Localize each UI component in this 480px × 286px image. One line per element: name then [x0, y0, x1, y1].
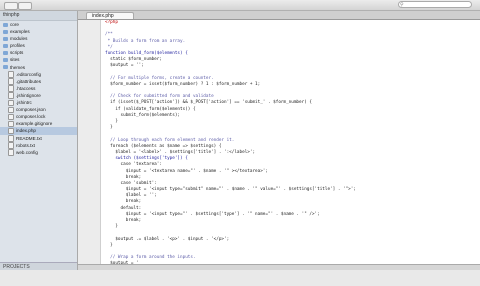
- search-icon: ⚲: [400, 2, 404, 8]
- tree-item-label: core: [10, 22, 19, 27]
- tree-item[interactable]: .jshintignore: [0, 92, 77, 99]
- file-icon: [8, 127, 14, 135]
- file-icon: [8, 106, 14, 114]
- line-number: [78, 280, 100, 286]
- forward-button[interactable]: [18, 2, 32, 10]
- file-icon: [8, 92, 14, 99]
- folder-icon: [3, 58, 8, 63]
- file-icon: [8, 78, 14, 85]
- file-icon: [8, 99, 14, 107]
- tree-item[interactable]: README.txt: [0, 135, 77, 142]
- tree-item[interactable]: core: [0, 21, 77, 28]
- code-editor[interactable]: <?php/** * Builds a form from an array. …: [101, 20, 480, 264]
- window-titlebar: ⚲: [0, 0, 480, 11]
- folder-icon: [3, 44, 8, 49]
- tree-item-label: profiles: [10, 43, 25, 49]
- sidebar-header: thinphp: [0, 11, 77, 21]
- file-icon: [8, 120, 14, 128]
- file-icon: [8, 113, 14, 121]
- tree-item-label: README.txt: [16, 135, 42, 141]
- tree-item[interactable]: .editorconfig: [0, 71, 77, 78]
- tree-item[interactable]: composer.json: [0, 106, 77, 114]
- tree-item-label: .gitattributes: [16, 78, 42, 84]
- tree-item-label: themes: [10, 64, 26, 70]
- tree-item[interactable]: profiles: [0, 42, 77, 49]
- tree-item-label: .jshintrc: [16, 100, 32, 106]
- tree-item[interactable]: modules: [0, 35, 77, 42]
- tab-index-php[interactable]: index.php: [86, 12, 134, 19]
- project-sidebar: thinphp core examples modules profiles scrip…: [0, 11, 78, 270]
- tree-item[interactable]: web.config: [0, 149, 77, 156]
- tree-item-label: .htaccess: [16, 85, 36, 91]
- tree-item-label: index.php: [16, 128, 36, 134]
- status-bar: [78, 264, 480, 270]
- file-icon: [8, 142, 14, 149]
- tab-bar: index.php: [78, 11, 480, 20]
- tree-item-label: .editorconfig: [16, 71, 42, 77]
- tree-item-label: composer.lock: [16, 114, 46, 120]
- file-icon: [8, 149, 14, 156]
- tree-item-label: composer.json: [16, 107, 46, 113]
- tree-item[interactable]: .htaccess: [0, 85, 77, 92]
- search-input[interactable]: [398, 1, 472, 8]
- tree-item[interactable]: sites: [0, 56, 77, 63]
- tree-item[interactable]: composer.lock: [0, 113, 77, 121]
- tree-item[interactable]: .gitattributes: [0, 78, 77, 85]
- tree-item[interactable]: examples: [0, 28, 77, 35]
- tree-item-label: example.gitignore: [16, 121, 53, 127]
- line-number-gutter: [78, 20, 101, 264]
- back-button[interactable]: [4, 2, 18, 10]
- tree-item-label: scripts: [10, 50, 24, 56]
- folder-icon: [3, 65, 8, 70]
- tree-item-label: robots.txt: [16, 142, 35, 148]
- tree-item-label: sites: [10, 57, 20, 63]
- file-icon: [8, 71, 14, 78]
- tree-item[interactable]: .jshintrc: [0, 99, 77, 107]
- tree-item[interactable]: scripts: [0, 49, 77, 56]
- tree-item[interactable]: example.gitignore: [0, 120, 77, 128]
- tree-item-label: examples: [10, 29, 30, 35]
- file-icon: [8, 135, 14, 142]
- folder-icon: [3, 22, 8, 27]
- tree-item[interactable]: index.php: [0, 127, 77, 135]
- tree-item-label: web.config: [16, 149, 38, 155]
- tree-item[interactable]: themes: [0, 64, 77, 71]
- folder-icon: [3, 29, 8, 34]
- sidebar-footer: PROJECTS: [0, 262, 77, 270]
- tree-item[interactable]: robots.txt: [0, 142, 77, 149]
- tree-item-label: modules: [10, 36, 28, 42]
- folder-icon: [3, 51, 8, 56]
- folder-icon: [3, 36, 8, 41]
- tree-item-label: .jshintignore: [16, 92, 41, 98]
- file-icon: [8, 85, 14, 92]
- file-tree: core examples modules profiles scripts sites t…: [0, 21, 77, 156]
